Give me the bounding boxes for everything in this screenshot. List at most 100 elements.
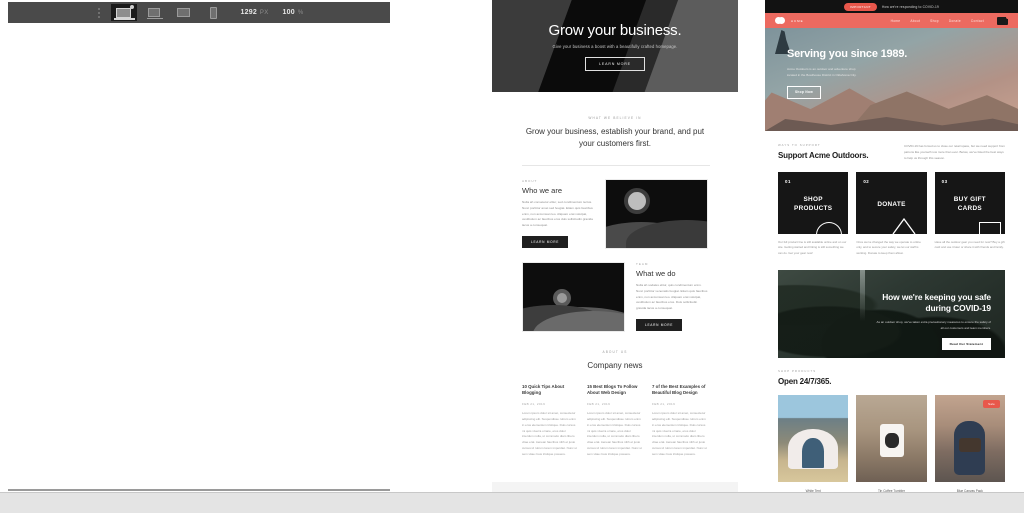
waterfall-accent (859, 269, 865, 321)
product-image[interactable] (934, 394, 1005, 482)
app-screen: 1292 PX 100 % Grow your business. Give y… (0, 0, 1024, 513)
hero-section: Grow your business. Give your business a… (492, 0, 738, 92)
team-text-column: TEAM What we do Nulla ah sodales elitur,… (636, 262, 708, 331)
nav-links: Home About Shop Donate Contact (891, 14, 1010, 25)
card-label: BUY GIFT CARDS (953, 196, 986, 213)
zoom-value: 100 (282, 9, 295, 16)
team-body: Nulla ah sodales elitur, quis condimentu… (636, 283, 708, 311)
list-item[interactable]: 02 DONATE Once we've changed the way we … (856, 171, 927, 257)
logo-mark-icon (775, 17, 785, 24)
product-image[interactable] (778, 394, 849, 482)
announcement-bar: IMPORTANT How we're responding to COVID-… (765, 0, 1018, 13)
about-text-column: ABOUT Who we are Nulla ah consetetur eli… (522, 179, 594, 248)
support-card-tile[interactable]: 02 DONATE (856, 171, 927, 234)
hero-content: Serving you since 1989. Acme Outdoors is… (787, 48, 907, 99)
nav-item-home[interactable]: Home (891, 19, 901, 23)
card-description: Our full product line is still available… (778, 239, 847, 255)
product-image[interactable] (856, 394, 927, 482)
team-title: What we do (636, 269, 676, 279)
post-excerpt: Lorem ipsum dolor sit amet, consectetur … (522, 411, 578, 456)
believe-headline: Grow your business, establish your brand… (525, 127, 705, 148)
brand-name: ACME (791, 18, 804, 23)
circle-shape-icon (816, 221, 843, 234)
canvas-bottom-resize-handle[interactable] (8, 489, 390, 491)
device-mobile-button[interactable] (201, 4, 227, 21)
landscape-sun-image (522, 262, 625, 333)
hero-learn-more-button[interactable]: LEARN MORE (585, 56, 645, 71)
post-title: 10 Quick Tips About Blogging (522, 383, 565, 396)
list-item[interactable]: 01 SHOP PRODUCTS Our full product line i… (778, 171, 849, 257)
tablet-icon (177, 8, 191, 17)
post-date: FEB 21, 2019 (522, 402, 546, 406)
device-active-badge (129, 5, 134, 9)
viewport-width-readout[interactable]: 1292 PX (241, 9, 269, 16)
support-title: Support Acme Outdoors. (778, 151, 869, 160)
preview-canvas[interactable] (8, 24, 390, 487)
post-title: 15 Best Blogs To Follow About Web Design (587, 383, 638, 396)
hero-subtitle: Acme Outdoors is an outdoor and adventur… (787, 67, 857, 77)
news-title: Company news (587, 361, 643, 371)
about-learn-more-button[interactable]: LEARN MORE (522, 235, 569, 248)
read-statement-button[interactable]: Read Our Statement (941, 338, 991, 351)
landscape-moon-image (605, 179, 708, 250)
news-heading: ABOUT US Company news (522, 350, 708, 372)
team-kicker: TEAM (636, 262, 649, 267)
support-card-tile[interactable]: 03 BUY GIFT CARDS (934, 171, 1005, 234)
announcement-text[interactable]: How we're responding to COVID-19 (882, 5, 939, 9)
hero-subtitle: Give your business a boost with a beauti… (552, 43, 678, 49)
zoom-readout[interactable]: 100 % (283, 9, 304, 16)
nav-item-donate[interactable]: Donate (949, 19, 961, 23)
square-shape-icon (978, 221, 1001, 234)
device-desktop-button[interactable] (110, 4, 137, 21)
device-tablet-button[interactable] (171, 4, 197, 21)
shop-title: Open 24/7/365. (778, 376, 832, 386)
about-kicker: ABOUT (522, 179, 538, 184)
list-item[interactable]: 03 BUY GIFT CARDS Have all the outdoor g… (934, 171, 1005, 257)
announcement-badge: IMPORTANT (844, 2, 877, 11)
device-laptop-button[interactable] (141, 4, 167, 21)
site-navbar: ACME Home About Shop Donate Contact (765, 13, 1018, 28)
responsive-preview-panel: 1292 PX 100 % (0, 0, 390, 513)
about-section: ABOUT Who we are Nulla ah consetetur eli… (492, 166, 738, 250)
team-learn-more-button[interactable]: LEARN MORE (636, 318, 683, 331)
brand-logo[interactable]: ACME (775, 17, 804, 24)
hero-shop-now-button[interactable]: Shop Now (787, 85, 821, 99)
laptop-icon (146, 8, 163, 19)
about-title: Who we are (522, 186, 563, 196)
card-description: Once we've changed the way we operate to… (856, 239, 921, 255)
bottom-status-bar (0, 492, 1024, 513)
post-title: 7 of the Best Examples of Beautiful Blog… (652, 383, 706, 396)
about-body: Nulla ah consetetur elitur, sed condimen… (522, 200, 593, 228)
believe-section: WHAT WE BELIEVE IN Grow your business, e… (492, 92, 738, 167)
list-item[interactable]: 7 of the Best Examples of Beautiful Blog… (652, 384, 708, 458)
list-item[interactable]: 15 Best Blogs To Follow About Web Design… (587, 384, 643, 458)
nav-item-contact[interactable]: Contact (971, 19, 984, 23)
card-number: 02 (863, 178, 870, 184)
post-excerpt: Lorem ipsum dolor sit amet, consectetur … (587, 411, 643, 456)
covid-statement-section: How we're keeping you safe during COVID-… (778, 269, 1005, 358)
agency-site-preview: Grow your business. Give your business a… (492, 0, 738, 513)
responsive-preview-toolbar: 1292 PX 100 % (8, 2, 390, 23)
shop-products-section: SHOP PRODUCTS Open 24/7/365. White Tent … (765, 358, 1018, 513)
shop-kicker: SHOP PRODUCTS (778, 368, 817, 373)
viewport-width-unit: PX (259, 10, 269, 16)
card-description: Have all the outdoor gear you need for n… (934, 239, 1005, 250)
moon-icon (624, 188, 651, 215)
believe-eyebrow: WHAT WE BELIEVE IN (588, 116, 642, 120)
news-eyebrow: ABOUT US (602, 350, 628, 355)
nav-item-about[interactable]: About (910, 19, 920, 23)
nav-item-shop[interactable]: Shop (930, 19, 939, 23)
support-heading-column: WAYS TO SUPPORT Support Acme Outdoors. (778, 143, 888, 160)
covid-title: How we're keeping you safe during COVID-… (882, 291, 991, 313)
news-post-list: 10 Quick Tips About Blogging FEB 21, 201… (522, 384, 708, 458)
team-image (522, 262, 625, 333)
shopping-cart-icon[interactable] (997, 14, 1010, 25)
list-item[interactable]: 10 Quick Tips About Blogging FEB 21, 201… (522, 384, 578, 458)
card-label: DONATE (877, 200, 906, 208)
triangle-shape-icon (892, 217, 916, 234)
zoom-unit: % (297, 10, 304, 16)
covid-body: As an outdoor shop, we've taken extra pr… (876, 320, 991, 330)
support-card-tile[interactable]: 01 SHOP PRODUCTS (778, 171, 849, 234)
drag-handle-icon[interactable] (95, 6, 103, 20)
team-section: TEAM What we do Nulla ah sodales elitur,… (492, 249, 738, 333)
